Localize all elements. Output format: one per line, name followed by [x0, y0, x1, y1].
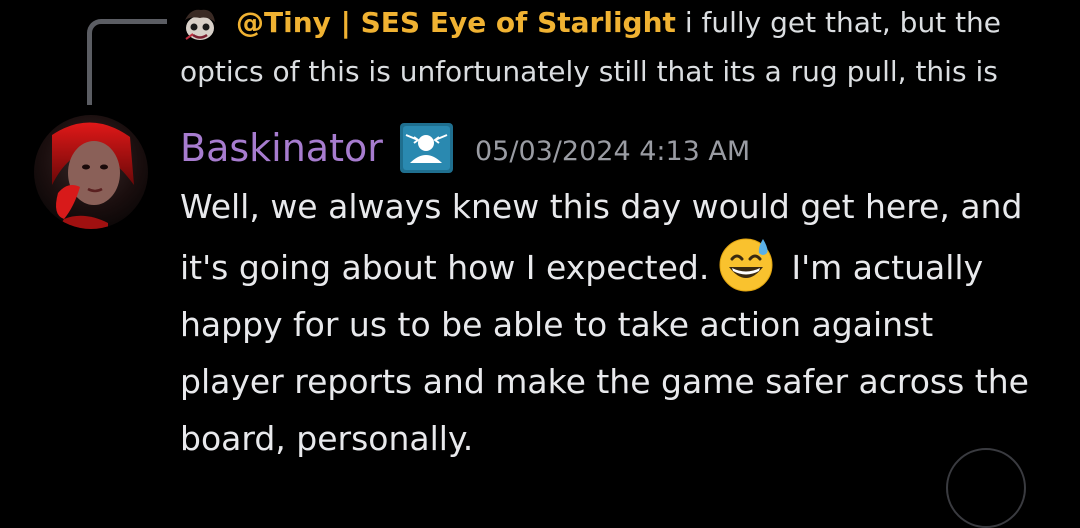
reply-author-avatar[interactable]	[181, 6, 219, 44]
reply-text-line-2: optics of this is unfortunately still th…	[180, 55, 998, 88]
message-timestamp: 05/03/2024 4:13 AM	[475, 136, 751, 167]
author-avatar[interactable]	[34, 115, 148, 229]
next-message-avatar-edge	[946, 448, 1026, 528]
reply-connector-line	[87, 19, 167, 105]
message-content: Well, we always knew this day would get …	[180, 178, 1060, 467]
message-line: player reports and make the game safer a…	[180, 362, 1029, 401]
message-line: happy for us to be able to take action a…	[180, 305, 934, 344]
message-line: board, personally.	[180, 419, 474, 458]
message-text: it's going about how I expected.	[180, 248, 710, 287]
reply-preview[interactable]: @Tiny | SES Eye of Starlight i fully get…	[236, 3, 1001, 43]
reply-author-name[interactable]: @Tiny | SES Eye of Starlight	[236, 6, 676, 39]
reply-text-line-1: i fully get that, but the	[684, 6, 1002, 39]
person-with-arrows-icon[interactable]	[400, 123, 453, 173]
grinning-face-with-sweat-emoji	[717, 235, 775, 293]
author-name[interactable]: Baskinator	[180, 124, 383, 172]
message-line: it's going about how I expected. I'm act…	[180, 235, 1060, 296]
message-line: Well, we always knew this day would get …	[180, 187, 1023, 226]
message-text: I'm actually	[791, 248, 984, 287]
